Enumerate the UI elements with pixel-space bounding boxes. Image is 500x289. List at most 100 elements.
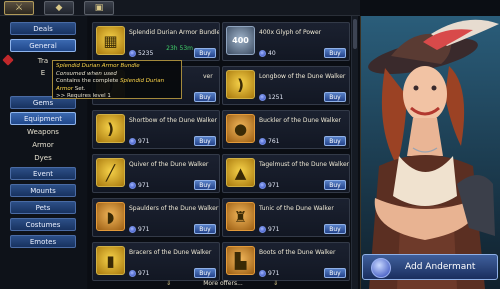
item-card[interactable]: ♜ Tunic of the Dune Walker 971 Buy: [222, 198, 350, 237]
item-card[interactable]: ) Longbow of the Dune Walker 1251 Buy: [222, 66, 350, 105]
buy-button[interactable]: Buy: [324, 268, 346, 278]
item-card[interactable]: ▙ Boots of the Dune Walker 971 Buy: [222, 242, 350, 281]
andermant-coin-icon: [129, 138, 136, 145]
sidebar-item-event[interactable]: Event: [10, 167, 76, 180]
coin-bag-icon: ◆: [55, 3, 63, 13]
item-price: 971: [129, 226, 149, 233]
andermant-coin-icon: [129, 226, 136, 233]
buy-button[interactable]: Buy: [324, 92, 346, 102]
item-card[interactable]: ● Buckler of the Dune Walker 761 Buy: [222, 110, 350, 149]
sidebar: Deals General Tra E Gems Equipment Weapo…: [0, 16, 87, 289]
item-grid: ▦ Splendid Durian Armor Bundle 23h 53m 5…: [88, 16, 358, 289]
item-card[interactable]: ▮ Bracers of the Dune Walker 971 Buy: [92, 242, 220, 281]
boots-icon: ▙: [226, 246, 255, 275]
item-price: 971: [259, 226, 279, 233]
more-offers-link[interactable]: ⇓ More offers... ⇓: [88, 278, 358, 289]
item-price-value: 971: [268, 226, 280, 233]
buy-button[interactable]: Buy: [194, 92, 216, 102]
sidebar-item-label: Emotes: [29, 237, 57, 246]
item-card[interactable]: ▦ Splendid Durian Armor Bundle 23h 53m 5…: [92, 22, 220, 61]
tab-swords[interactable]: ⚔: [4, 1, 34, 15]
sidebar-item-weapons[interactable]: Weapons: [10, 127, 76, 138]
sidebar-item-armor[interactable]: Armor: [10, 140, 76, 151]
sidebar-item-deals[interactable]: Deals: [10, 22, 76, 35]
sidebar-item-mounts[interactable]: Mounts: [10, 184, 76, 197]
sidebar-item-label: Gems: [32, 98, 54, 107]
buckler-icon: ●: [226, 114, 255, 143]
sidebar-item-label: Dyes: [34, 154, 52, 162]
add-andermant-button[interactable]: Add Andermant: [362, 254, 498, 280]
buy-button[interactable]: Buy: [194, 136, 216, 146]
item-tooltip: Splendid Durian Armor Bundle Consumed wh…: [52, 60, 182, 99]
spaulders-icon: ◗: [96, 202, 125, 231]
item-price-value: 5235: [138, 50, 154, 57]
longbow-icon: ): [226, 70, 255, 99]
chest-icon: ▣: [94, 3, 104, 13]
helmet-icon: ▲: [226, 158, 255, 187]
item-card[interactable]: 400 400x Glyph of Power 40 Buy: [222, 22, 350, 61]
andermant-coin-icon: [259, 270, 266, 277]
item-name: Longbow of the Dune Walker: [259, 73, 346, 80]
sidebar-item-label: Tra: [37, 57, 49, 65]
tunic-icon: ♜: [226, 202, 255, 231]
item-price: 761: [259, 138, 279, 145]
item-price: 971: [129, 182, 149, 189]
grid-scrollbar[interactable]: [351, 16, 358, 289]
chevron-down-icon: ⇓: [273, 280, 279, 287]
item-card[interactable]: ◗ Spaulders of the Dune Walker 971 Buy: [92, 198, 220, 237]
item-price-value: 971: [268, 182, 280, 189]
item-name: Boots of the Dune Walker: [259, 249, 336, 256]
andermant-coin-icon: [129, 50, 136, 57]
item-price: 1251: [259, 94, 283, 101]
buy-button[interactable]: Buy: [194, 224, 216, 234]
chevron-down-icon: ⇓: [166, 280, 172, 287]
item-quantity-badge: 400: [232, 36, 249, 45]
scrollbar-thumb[interactable]: [353, 19, 357, 49]
buy-button[interactable]: Buy: [324, 48, 346, 58]
item-price-value: 971: [268, 270, 280, 277]
buy-button[interactable]: Buy: [324, 180, 346, 190]
sidebar-item-equipment[interactable]: Equipment: [10, 112, 76, 125]
item-name: Tagelmust of the Dune Walker: [259, 161, 349, 168]
sidebar-item-pets[interactable]: Pets: [10, 201, 76, 214]
item-price-value: 1251: [268, 94, 284, 101]
tab-coin-bag[interactable]: ◆: [44, 1, 74, 15]
item-card[interactable]: ) Shortbow of the Dune Walker 971 Buy: [92, 110, 220, 149]
item-price-value: 971: [138, 182, 150, 189]
item-timer: 23h 53m: [166, 45, 193, 52]
item-name: Bracers of the Dune Walker: [129, 249, 212, 256]
buy-button[interactable]: Buy: [194, 48, 216, 58]
buy-button[interactable]: Buy: [194, 268, 216, 278]
item-name: 400x Glyph of Power: [259, 29, 322, 36]
andermant-coin-icon: [259, 182, 266, 189]
sidebar-item-label: Equipment: [24, 114, 62, 123]
sidebar-item-general[interactable]: General: [10, 39, 76, 52]
item-name: ver: [203, 73, 213, 80]
buy-button[interactable]: Buy: [324, 136, 346, 146]
item-card[interactable]: ▲ Tagelmust of the Dune Walker 971 Buy: [222, 154, 350, 193]
bracers-icon: ▮: [96, 246, 125, 275]
item-price: 971: [259, 182, 279, 189]
sidebar-item-costumes[interactable]: Costumes: [10, 218, 76, 231]
buy-button[interactable]: Buy: [324, 224, 346, 234]
tooltip-description: Contains the complete Splendid Durian Ar…: [56, 78, 178, 93]
sidebar-item-label: E: [40, 69, 46, 77]
swords-icon: ⚔: [14, 3, 24, 13]
sidebar-item-dyes[interactable]: Dyes: [10, 153, 76, 164]
item-name: Splendid Durian Armor Bundle: [129, 29, 219, 36]
buy-button[interactable]: Buy: [194, 180, 216, 190]
sidebar-item-emotes[interactable]: Emotes: [10, 235, 76, 248]
top-tab-bar: ⚔ ◆ ▣: [0, 0, 360, 16]
tooltip-title: Splendid Durian Armor Bundle: [56, 63, 140, 69]
add-andermant-label: Add Andermant: [405, 262, 476, 272]
sidebar-item-label: Mounts: [30, 186, 56, 195]
andermant-coin-icon: [259, 50, 266, 57]
item-card[interactable]: ╱ Quiver of the Dune Walker 971 Buy: [92, 154, 220, 193]
item-price-value: 971: [138, 270, 150, 277]
sidebar-item-label: Pets: [35, 203, 51, 212]
item-name: Shortbow of the Dune Walker: [129, 117, 217, 124]
item-name: Spaulders of the Dune Walker: [129, 205, 219, 212]
item-price: 5235: [129, 50, 153, 57]
tab-chest[interactable]: ▣: [84, 1, 114, 15]
sidebar-item-label: Event: [32, 169, 54, 178]
